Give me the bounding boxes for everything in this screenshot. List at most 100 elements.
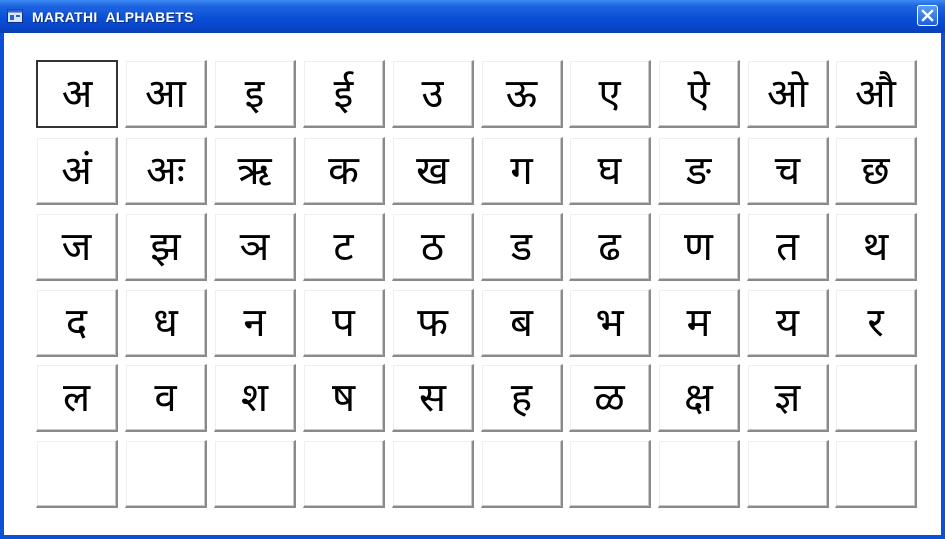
letter-button[interactable]: र <box>835 289 917 357</box>
letter-button[interactable]: ओ <box>747 60 829 128</box>
letter-glyph: औ <box>855 70 896 117</box>
letter-glyph: ज्ञ <box>774 374 801 421</box>
letter-button[interactable]: य <box>747 289 829 357</box>
letter-button[interactable]: ब <box>481 289 563 357</box>
letter-glyph: इ <box>244 70 265 117</box>
letter-glyph: श <box>240 374 269 421</box>
letter-button[interactable]: प <box>303 289 385 357</box>
letter-glyph: र <box>867 299 884 346</box>
letter-button[interactable]: ऐ <box>658 60 740 128</box>
letter-button[interactable]: ई <box>303 60 385 128</box>
letter-glyph: थ <box>862 223 889 270</box>
letter-glyph: ई <box>333 70 354 117</box>
letter-button[interactable]: श <box>214 364 296 432</box>
empty-letter-button[interactable] <box>747 440 829 508</box>
letter-button[interactable]: ट <box>303 213 385 281</box>
letter-button[interactable]: अः <box>125 137 207 205</box>
letter-glyph: ल <box>62 374 91 421</box>
letter-glyph: ह <box>510 374 533 421</box>
letter-button[interactable]: ह <box>481 364 563 432</box>
letter-glyph: घ <box>597 147 622 194</box>
letter-button[interactable]: ठ <box>392 213 474 281</box>
alphabet-grid: अ आ इ ई उ ऊ ए ऐ ओ औ अं अः ऋ क ख ग घ ङ च छ ज झ ञ ट ठ ड ढ ण त थ द ध न प फ ब भ म… <box>4 33 941 535</box>
letter-glyph: आ <box>145 70 186 117</box>
letter-button[interactable]: अ <box>36 60 118 128</box>
empty-letter-button[interactable] <box>392 440 474 508</box>
letter-button[interactable]: ऋ <box>214 137 296 205</box>
letter-glyph: अ <box>61 71 93 117</box>
letter-button[interactable]: च <box>747 137 829 205</box>
letter-glyph: ए <box>598 70 621 117</box>
letter-glyph: ढ <box>598 223 621 270</box>
letter-glyph: ग <box>510 147 533 194</box>
letter-glyph: ध <box>153 299 178 346</box>
letter-button[interactable]: ग <box>481 137 563 205</box>
letter-button[interactable]: ज्ञ <box>747 364 829 432</box>
letter-button[interactable]: ए <box>569 60 651 128</box>
letter-button[interactable]: क्ष <box>658 364 740 432</box>
letter-glyph: ओ <box>767 70 808 117</box>
letter-glyph: द <box>65 299 88 346</box>
empty-letter-button[interactable] <box>36 440 118 508</box>
letter-glyph: ट <box>333 223 354 270</box>
app-window-icon[interactable] <box>7 9 23 23</box>
letter-glyph: ड <box>510 223 533 270</box>
letter-glyph: स <box>418 374 447 421</box>
letter-glyph: फ <box>417 299 448 346</box>
empty-letter-button[interactable] <box>303 440 385 508</box>
letter-button[interactable]: ष <box>303 364 385 432</box>
empty-letter-button[interactable] <box>569 440 651 508</box>
letter-button[interactable]: द <box>36 289 118 357</box>
letter-button[interactable]: उ <box>392 60 474 128</box>
letter-button[interactable]: ख <box>392 137 474 205</box>
letter-glyph: छ <box>861 147 890 194</box>
letter-button[interactable]: ड <box>481 213 563 281</box>
close-button[interactable] <box>917 5 938 26</box>
empty-letter-button[interactable] <box>214 440 296 508</box>
letter-glyph: न <box>243 299 266 346</box>
letter-button[interactable]: ल <box>36 364 118 432</box>
letter-glyph: ज <box>61 223 92 270</box>
letter-button[interactable]: आ <box>125 60 207 128</box>
letter-button[interactable]: न <box>214 289 296 357</box>
letter-button[interactable]: भ <box>569 289 651 357</box>
letter-button[interactable]: ज <box>36 213 118 281</box>
letter-button[interactable]: म <box>658 289 740 357</box>
letter-button[interactable]: थ <box>835 213 917 281</box>
letter-button[interactable]: ङ <box>658 137 740 205</box>
letter-glyph: ञ <box>239 223 270 270</box>
letter-button[interactable]: ञ <box>214 213 296 281</box>
letter-button[interactable]: क <box>303 137 385 205</box>
empty-letter-button[interactable] <box>835 440 917 508</box>
empty-letter-button[interactable] <box>658 440 740 508</box>
empty-letter-button[interactable] <box>125 440 207 508</box>
letter-button[interactable]: फ <box>392 289 474 357</box>
letter-glyph: क <box>328 147 359 194</box>
letter-glyph: ऋ <box>237 147 272 194</box>
letter-button[interactable]: स <box>392 364 474 432</box>
letter-button[interactable]: ळ <box>569 364 651 432</box>
letter-button[interactable]: ऊ <box>481 60 563 128</box>
letter-glyph: ङ <box>685 147 712 194</box>
letter-button[interactable]: घ <box>569 137 651 205</box>
letter-button[interactable]: व <box>125 364 207 432</box>
letter-button[interactable]: औ <box>835 60 917 128</box>
letter-button[interactable]: छ <box>835 137 917 205</box>
letter-glyph: अं <box>61 147 92 194</box>
empty-letter-button[interactable] <box>481 440 563 508</box>
letter-button[interactable]: त <box>747 213 829 281</box>
close-icon <box>921 9 934 22</box>
title-bar[interactable]: MARATHI ALPHABETS <box>0 0 945 33</box>
letter-glyph: व <box>154 374 177 421</box>
letter-button[interactable]: इ <box>214 60 296 128</box>
letter-button[interactable]: झ <box>125 213 207 281</box>
letter-button[interactable]: अं <box>36 137 118 205</box>
letter-button[interactable]: ढ <box>569 213 651 281</box>
empty-letter-button[interactable] <box>835 364 917 432</box>
letter-glyph: च <box>774 147 801 194</box>
letter-button[interactable]: ध <box>125 289 207 357</box>
letter-glyph: क्ष <box>684 374 713 421</box>
letter-glyph: य <box>775 299 800 346</box>
letter-button[interactable]: ण <box>658 213 740 281</box>
window-title: MARATHI ALPHABETS <box>32 9 194 25</box>
